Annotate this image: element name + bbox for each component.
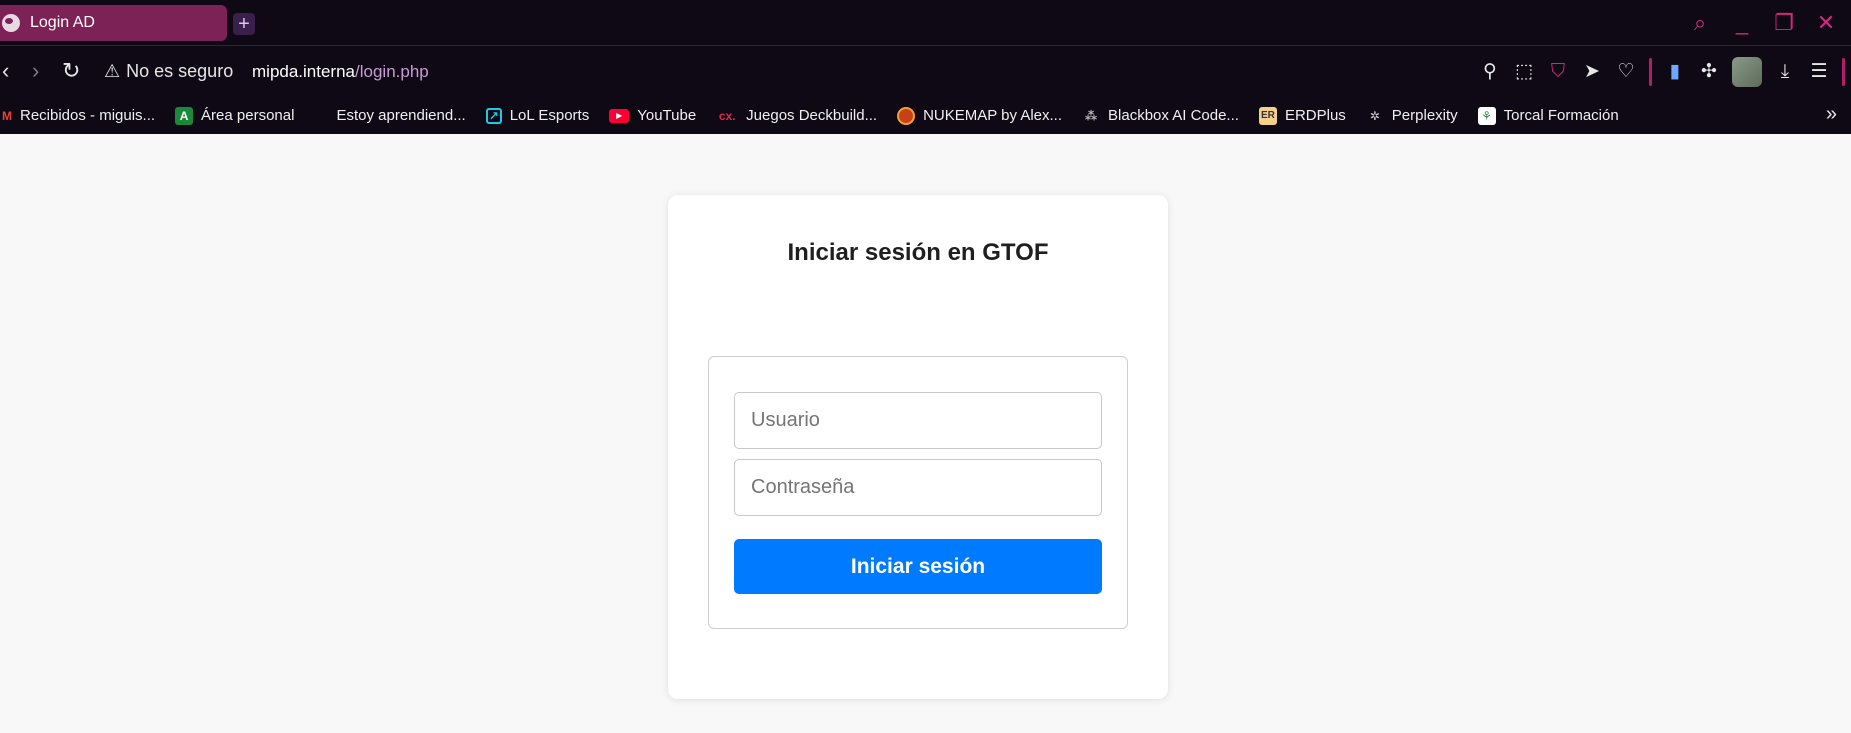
bookmark-erdplus[interactable]: ER ERDPlus xyxy=(1258,106,1346,125)
tab-active[interactable]: Login AD xyxy=(0,5,227,41)
blank-page-icon xyxy=(314,107,328,125)
forward-icon[interactable]: › xyxy=(32,59,39,83)
toolbar-divider xyxy=(1842,58,1845,86)
pin-icon[interactable]: ⚲ xyxy=(1479,59,1501,85)
heart-icon[interactable]: ♡ xyxy=(1615,59,1637,85)
bookmark-juegos-deckbuilding[interactable]: cx. Juegos Deckbuild... xyxy=(716,107,877,125)
toolbar: ⚲ ⬚ ⛉ ➤ ♡ ▮ ✣ ⤓ ☰ xyxy=(1479,57,1845,87)
lol-esports-icon: ↗ xyxy=(485,107,502,124)
window-controls: ⌕ _ ❐ ✕ xyxy=(1689,10,1837,36)
search-icon[interactable]: ⌕ xyxy=(1689,10,1711,36)
login-button[interactable]: Iniciar sesión xyxy=(734,539,1102,594)
bookmark-nukemap[interactable]: NUKEMAP by Alex... xyxy=(897,106,1063,125)
bookmark-label: NUKEMAP by Alex... xyxy=(923,107,1063,124)
extensions-icon[interactable]: ✣ xyxy=(1698,59,1720,85)
password-input[interactable] xyxy=(734,459,1102,516)
bookmark-torcal[interactable]: ⚘ Torcal Formación xyxy=(1477,106,1619,125)
bookmark-label: Área personal xyxy=(201,107,295,124)
back-icon[interactable]: ‹ xyxy=(2,59,9,83)
erdplus-icon: ER xyxy=(1258,106,1277,125)
bookmark-label: Blackbox AI Code... xyxy=(1108,107,1239,124)
cx-icon: cx. xyxy=(718,108,736,123)
bookmark-youtube[interactable]: ▶ YouTube xyxy=(609,107,696,124)
bookmark-label: YouTube xyxy=(637,107,697,124)
bookmark-label: LoL Esports xyxy=(509,107,590,124)
bookmark-label: Estoy aprendiend... xyxy=(336,107,466,124)
bookmark-label: ERDPlus xyxy=(1284,107,1346,124)
menu-icon[interactable]: ☰ xyxy=(1808,59,1830,85)
nukemap-icon xyxy=(897,106,916,125)
bookmark-gmail[interactable]: M Recibidos - miguis... xyxy=(0,107,155,125)
page-content: Iniciar sesión en GTOF Iniciar sesión xyxy=(0,134,1851,733)
bookmark-label: Torcal Formación xyxy=(1503,107,1619,124)
gmail-icon: M xyxy=(2,108,12,123)
bookmark-perplexity[interactable]: ✲ Perplexity xyxy=(1366,107,1458,125)
security-indicator[interactable]: ⚠ No es seguro xyxy=(104,61,233,82)
bookmark-label: Recibidos - miguis... xyxy=(20,107,156,124)
bookmark-label: Juegos Deckbuild... xyxy=(746,107,878,124)
bookmarks-bar: M Recibidos - miguis... A Área personal Es… xyxy=(0,97,1851,134)
bookmark-label: Perplexity xyxy=(1391,107,1458,124)
youtube-icon: ▶ xyxy=(609,108,630,123)
security-text: No es seguro xyxy=(126,61,234,81)
page-title: Iniciar sesión en GTOF xyxy=(787,239,1049,266)
reload-icon[interactable]: ↻ xyxy=(62,59,80,83)
warning-icon: ⚠ xyxy=(104,61,121,81)
minimize-icon[interactable]: _ xyxy=(1731,10,1753,36)
bookmark-blackbox[interactable]: ⁂ Blackbox AI Code... xyxy=(1082,107,1239,125)
more-bookmarks-icon[interactable]: » xyxy=(1826,103,1837,126)
toolbar-divider xyxy=(1649,58,1652,86)
tab-title: Login AD xyxy=(30,14,95,31)
pocket-icon[interactable]: ⛉ xyxy=(1547,59,1569,85)
bookmark-lol-esports[interactable]: ↗ LoL Esports xyxy=(485,107,590,124)
url-field[interactable]: mipda.interna/login.php xyxy=(252,62,429,82)
username-input[interactable] xyxy=(734,392,1102,449)
globe-icon xyxy=(2,14,20,32)
tab-bar: Login AD + ⌕ _ ❐ ✕ xyxy=(0,0,1851,46)
send-icon[interactable]: ➤ xyxy=(1581,59,1603,85)
restore-icon[interactable]: ❐ xyxy=(1773,10,1795,36)
blackbox-icon: ⁂ xyxy=(1084,108,1098,123)
address-bar: ‹ › ↻ ⚠ No es seguro mipda.interna/login… xyxy=(0,47,1851,97)
download-icon[interactable]: ⤓ xyxy=(1774,59,1796,85)
login-form: Iniciar sesión xyxy=(708,356,1128,629)
screenshot-icon[interactable]: ⬚ xyxy=(1513,59,1535,85)
moodle-icon: A xyxy=(175,106,194,125)
bookmark-area-personal[interactable]: A Área personal xyxy=(175,106,295,125)
new-tab-button[interactable]: + xyxy=(233,13,255,35)
close-icon[interactable]: ✕ xyxy=(1815,10,1837,36)
bookmark-estoy-aprendiendo[interactable]: Estoy aprendiend... xyxy=(314,107,465,125)
browser-chrome: Login AD + ⌕ _ ❐ ✕ ‹ › ↻ ⚠ No es seguro … xyxy=(0,0,1851,134)
url-host: mipda.interna xyxy=(252,62,356,81)
login-card: Iniciar sesión en GTOF Iniciar sesión xyxy=(668,195,1168,699)
torcal-icon: ⚘ xyxy=(1477,106,1496,125)
avatar[interactable] xyxy=(1732,57,1762,87)
notes-icon[interactable]: ▮ xyxy=(1664,59,1686,85)
perplexity-icon: ✲ xyxy=(1369,108,1380,123)
url-path: /login.php xyxy=(355,62,429,81)
